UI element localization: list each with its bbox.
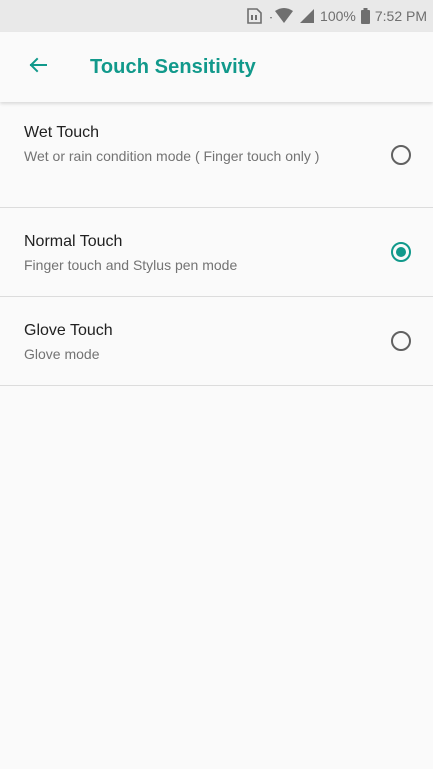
page-title: Touch Sensitivity [90, 55, 256, 78]
radio-button[interactable] [391, 145, 411, 165]
radio-button[interactable] [391, 331, 411, 351]
options-list: Wet Touch Wet or rain condition mode ( F… [0, 102, 433, 386]
radio-button[interactable] [391, 242, 411, 262]
option-title: Glove Touch [24, 322, 113, 339]
option-title: Normal Touch [24, 233, 123, 250]
back-button[interactable] [26, 55, 50, 79]
arrow-back-icon [29, 57, 47, 78]
cell-signal-icon [299, 8, 315, 24]
status-bar: 100% 7:52 PM [0, 0, 433, 32]
clock: 7:52 PM [374, 8, 427, 24]
option-normal-touch[interactable]: Normal Touch Finger touch and Stylus pen… [0, 208, 433, 297]
sim-card-icon [245, 8, 263, 24]
option-glove-touch[interactable]: Glove Touch Glove mode [0, 297, 433, 386]
option-summary: Finger touch and Stylus pen mode [24, 257, 238, 273]
wifi-icon [268, 8, 294, 24]
option-summary: Glove mode [24, 346, 100, 362]
option-wet-touch[interactable]: Wet Touch Wet or rain condition mode ( F… [0, 102, 433, 208]
battery-icon [360, 8, 370, 24]
battery-percent: 100% [320, 8, 356, 24]
option-summary: Wet or rain condition mode ( Finger touc… [24, 148, 320, 164]
app-bar: Touch Sensitivity [0, 32, 433, 102]
option-title: Wet Touch [24, 124, 100, 141]
